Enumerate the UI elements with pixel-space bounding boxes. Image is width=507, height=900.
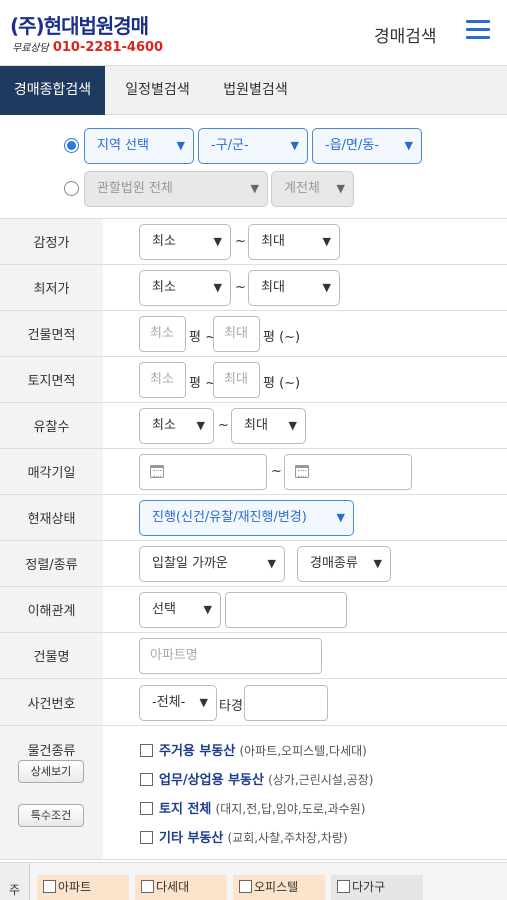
property-type-item[interactable]: 주거용 부동산 (아파트,오피스텔,다세대) (140, 740, 367, 759)
appraisal-label: 감정가 (0, 219, 103, 264)
court-select[interactable]: 관할법원 전체 ▼ (84, 171, 268, 207)
failed-bids-min-select[interactable]: 최소 ▼ (139, 408, 214, 444)
range-tilde: ~ (271, 464, 282, 479)
phone-number[interactable]: 010-2281-4600 (53, 40, 163, 55)
appraisal-max-select[interactable]: 최대 ▼ (248, 224, 340, 260)
area-select[interactable]: 지역 선택 ▼ (84, 128, 194, 164)
property-type-item[interactable]: 토지 전체 (대지,전,답,임야,도로,과수원) (140, 798, 365, 817)
building-area-label: 건물면적 (0, 311, 103, 356)
building-area-max-input[interactable]: 최대 (213, 316, 260, 352)
checkbox[interactable] (140, 831, 153, 844)
subtype-apartment[interactable]: 아파트 (37, 875, 129, 900)
building-area-suffix: 평 (~) (263, 330, 301, 345)
checkbox[interactable] (140, 744, 153, 757)
checkbox[interactable] (43, 880, 56, 893)
case-type-suffix: 타경 (219, 699, 243, 714)
status-label: 현재상태 (0, 495, 103, 540)
range-tilde: ~ (235, 234, 246, 249)
hamburger-menu-icon[interactable] (466, 20, 490, 40)
court-radio[interactable] (64, 181, 79, 196)
land-area-suffix: 평 (~) (263, 376, 301, 391)
checkbox[interactable] (239, 880, 252, 893)
detail-view-button[interactable]: 상세보기 (18, 760, 84, 783)
logo[interactable]: (주)현대법원경매 (10, 10, 149, 39)
property-type-item[interactable]: 업무/상업용 부동산 (상가,근린시설,공장) (140, 769, 373, 788)
min-price-min-select[interactable]: 최소 ▼ (139, 270, 231, 306)
sale-date-label: 매각기일 (0, 449, 103, 494)
building-name-input[interactable]: 아파트명 (139, 638, 322, 674)
residential-label: 주 (0, 863, 30, 900)
logo-contact: 무료상담 010-2281-4600 (12, 39, 163, 55)
sort-select[interactable]: 입찰일 가까운 ▼ (139, 546, 285, 582)
interest-select[interactable]: 선택 ▼ (139, 592, 221, 628)
building-area-unit: 평 ~ (189, 330, 217, 345)
property-type-label: 물건종류 (0, 726, 103, 859)
tab-schedule-search[interactable]: 일정별검색 (115, 66, 200, 115)
case-number-input[interactable] (244, 685, 328, 721)
subtype-officetel[interactable]: 오피스텔 (233, 875, 325, 900)
checkbox[interactable] (141, 880, 154, 893)
building-name-label: 건물명 (0, 633, 103, 678)
region-radio[interactable] (64, 138, 79, 153)
auction-type-select[interactable]: 경매종류 ▼ (297, 546, 391, 582)
sort-label: 정렬/종류 (0, 541, 103, 586)
town-select[interactable]: -읍/면/동- ▼ (312, 128, 422, 164)
calendar-icon[interactable] (150, 465, 164, 478)
range-tilde: ~ (235, 280, 246, 295)
case-year-select[interactable]: -전체- ▼ (139, 685, 217, 721)
building-area-min-input[interactable]: 최소 (139, 316, 186, 352)
min-price-label: 최저가 (0, 265, 103, 310)
page-title: 경매검색 (374, 27, 437, 47)
app-header: (주)현대법원경매 무료상담 010-2281-4600 경매검색 (0, 0, 507, 66)
land-area-min-input[interactable]: 최소 (139, 362, 186, 398)
calendar-icon[interactable] (295, 465, 309, 478)
subtype-multi-family[interactable]: 다세대 (135, 875, 227, 900)
status-select[interactable]: 진행(신건/유찰/재진행/변경) ▼ (139, 500, 354, 536)
property-type-item[interactable]: 기타 부동산 (교회,사찰,주차장,차량) (140, 827, 348, 846)
appraisal-min-select[interactable]: 최소 ▼ (139, 224, 231, 260)
tab-court-search[interactable]: 법원별검색 (213, 66, 298, 115)
search-tabs: 경매종합검색 일정별검색 법원별검색 (0, 66, 507, 115)
residential-subtypes: 주 아파트 다세대 오피스텔 다가구 (0, 862, 507, 900)
range-tilde: ~ (218, 418, 229, 433)
district-select[interactable]: -구/군- ▼ (198, 128, 308, 164)
land-area-unit: 평 ~ (189, 376, 217, 391)
checkbox[interactable] (140, 802, 153, 815)
special-conditions-button[interactable]: 특수조건 (18, 804, 84, 827)
failed-bids-label: 유찰수 (0, 403, 103, 448)
failed-bids-max-select[interactable]: 최대 ▼ (231, 408, 306, 444)
subtype-multi-household[interactable]: 다가구 (331, 875, 423, 900)
land-area-max-input[interactable]: 최대 (213, 362, 260, 398)
checkbox[interactable] (140, 773, 153, 786)
court-branch-select[interactable]: 계전체 ▼ (271, 171, 354, 207)
interest-input[interactable] (225, 592, 347, 628)
land-area-label: 토지면적 (0, 357, 103, 402)
min-price-max-select[interactable]: 최대 ▼ (248, 270, 340, 306)
checkbox[interactable] (337, 880, 350, 893)
case-number-label: 사건번호 (0, 679, 103, 725)
free-consult-label: 무료상담 (12, 43, 49, 54)
tab-comprehensive-search[interactable]: 경매종합검색 (0, 66, 105, 115)
interest-label: 이해관계 (0, 587, 103, 632)
